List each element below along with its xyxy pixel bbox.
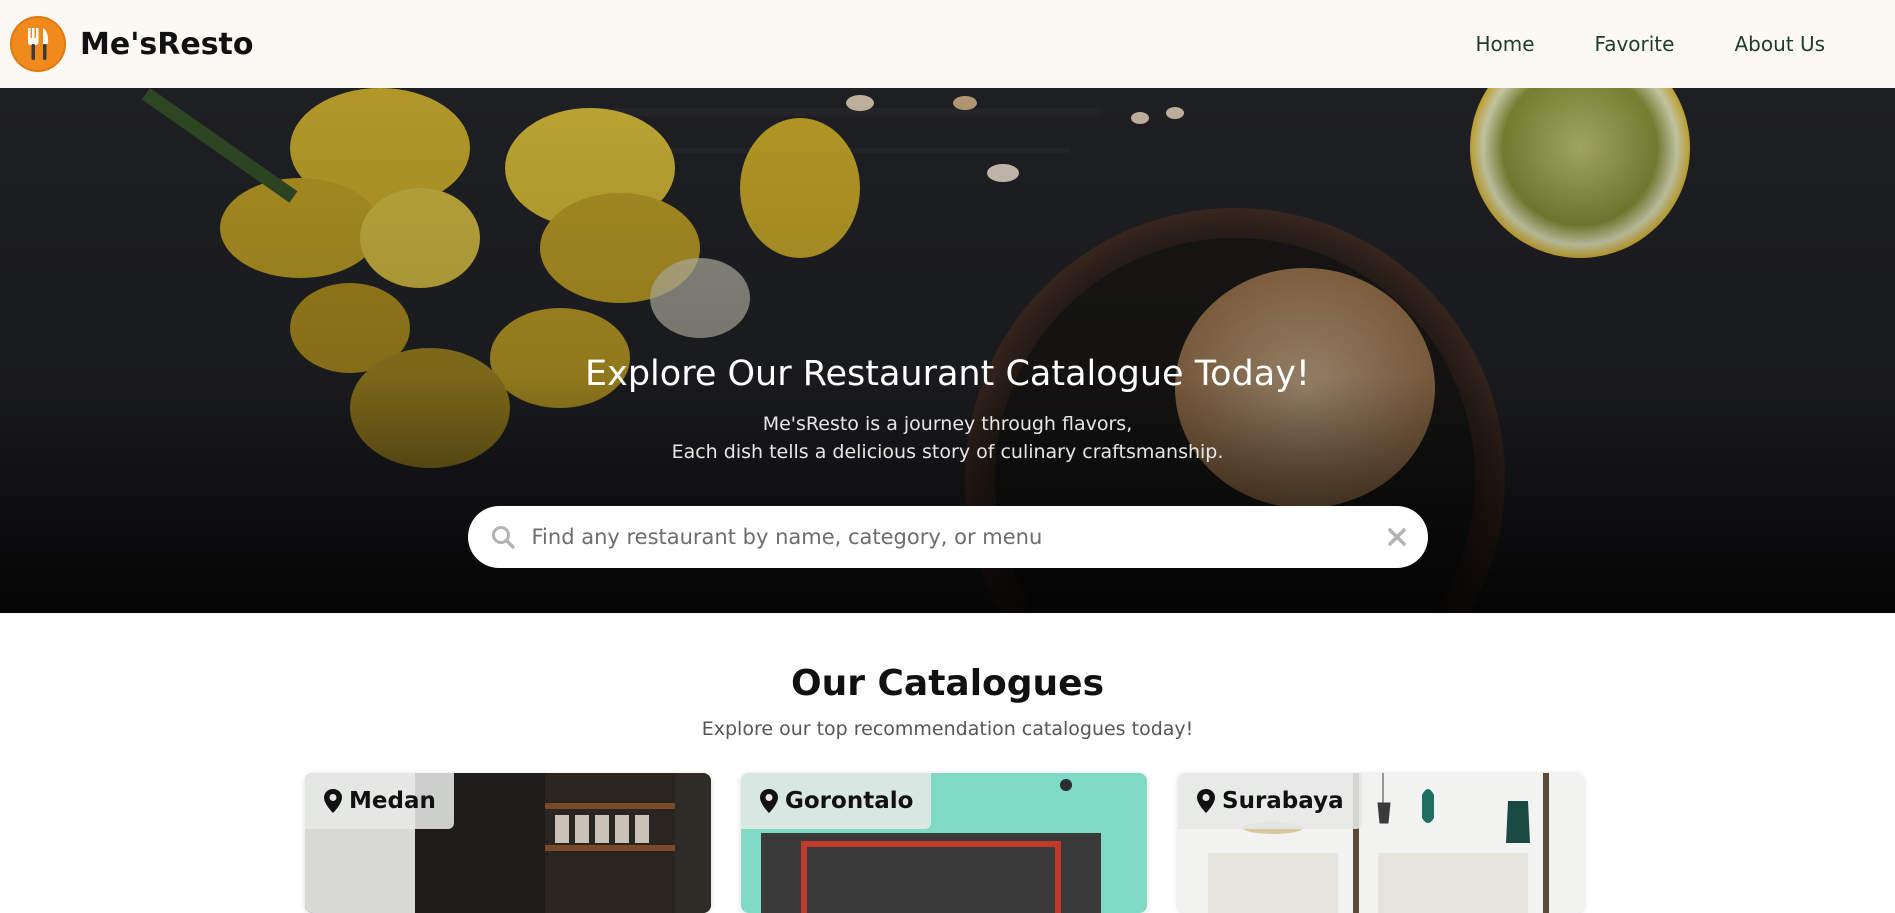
- hero-content: Explore Our Restaurant Catalogue Today! …: [0, 88, 1895, 613]
- hero-subtitle-line2: Each dish tells a delicious story of cul…: [671, 441, 1224, 463]
- fork-knife-icon: [10, 16, 66, 72]
- hero-subtitle: Me'sResto is a journey through flavors, …: [672, 410, 1224, 466]
- brand-name: Me'sResto: [80, 26, 254, 62]
- catalogue-section: Our Catalogues Explore our top recommend…: [0, 613, 1895, 913]
- top-header: Me'sResto Home Favorite About Us: [0, 0, 1895, 88]
- nav-about-link[interactable]: About Us: [1704, 22, 1855, 66]
- hero-subtitle-line1: Me'sResto is a journey through flavors,: [762, 413, 1133, 435]
- card-city-name: Gorontalo: [785, 788, 914, 814]
- nav-favorite-link[interactable]: Favorite: [1565, 22, 1705, 66]
- main-nav: Home Favorite About Us: [1445, 22, 1855, 66]
- card-location-label: Gorontalo: [741, 773, 932, 829]
- card-city-name: Surabaya: [1222, 788, 1344, 814]
- hero-banner: Explore Our Restaurant Catalogue Today! …: [0, 88, 1895, 613]
- search-input[interactable]: [531, 525, 1386, 549]
- search-bar: [467, 506, 1428, 568]
- hero-title: Explore Our Restaurant Catalogue Today!: [585, 354, 1310, 394]
- card-location-label: Surabaya: [1178, 773, 1362, 829]
- brand[interactable]: Me'sResto: [10, 16, 254, 72]
- card-location-label: Medan: [305, 773, 454, 829]
- catalogue-card-list: Medan Gorontalo Surabaya: [305, 773, 1585, 913]
- map-pin-icon: [1197, 789, 1215, 813]
- nav-home-link[interactable]: Home: [1445, 22, 1564, 66]
- search-icon: [491, 526, 515, 549]
- catalogue-card-medan[interactable]: Medan: [305, 773, 711, 913]
- catalogue-subtitle: Explore our top recommendation catalogue…: [701, 718, 1194, 740]
- map-pin-icon: [760, 789, 778, 813]
- map-pin-icon: [324, 789, 342, 813]
- catalogue-title: Our Catalogues: [790, 663, 1105, 704]
- catalogue-card-surabaya[interactable]: Surabaya: [1178, 773, 1584, 913]
- close-icon[interactable]: [1386, 526, 1408, 548]
- catalogue-card-gorontalo[interactable]: Gorontalo: [741, 773, 1147, 913]
- card-city-name: Medan: [349, 788, 436, 814]
